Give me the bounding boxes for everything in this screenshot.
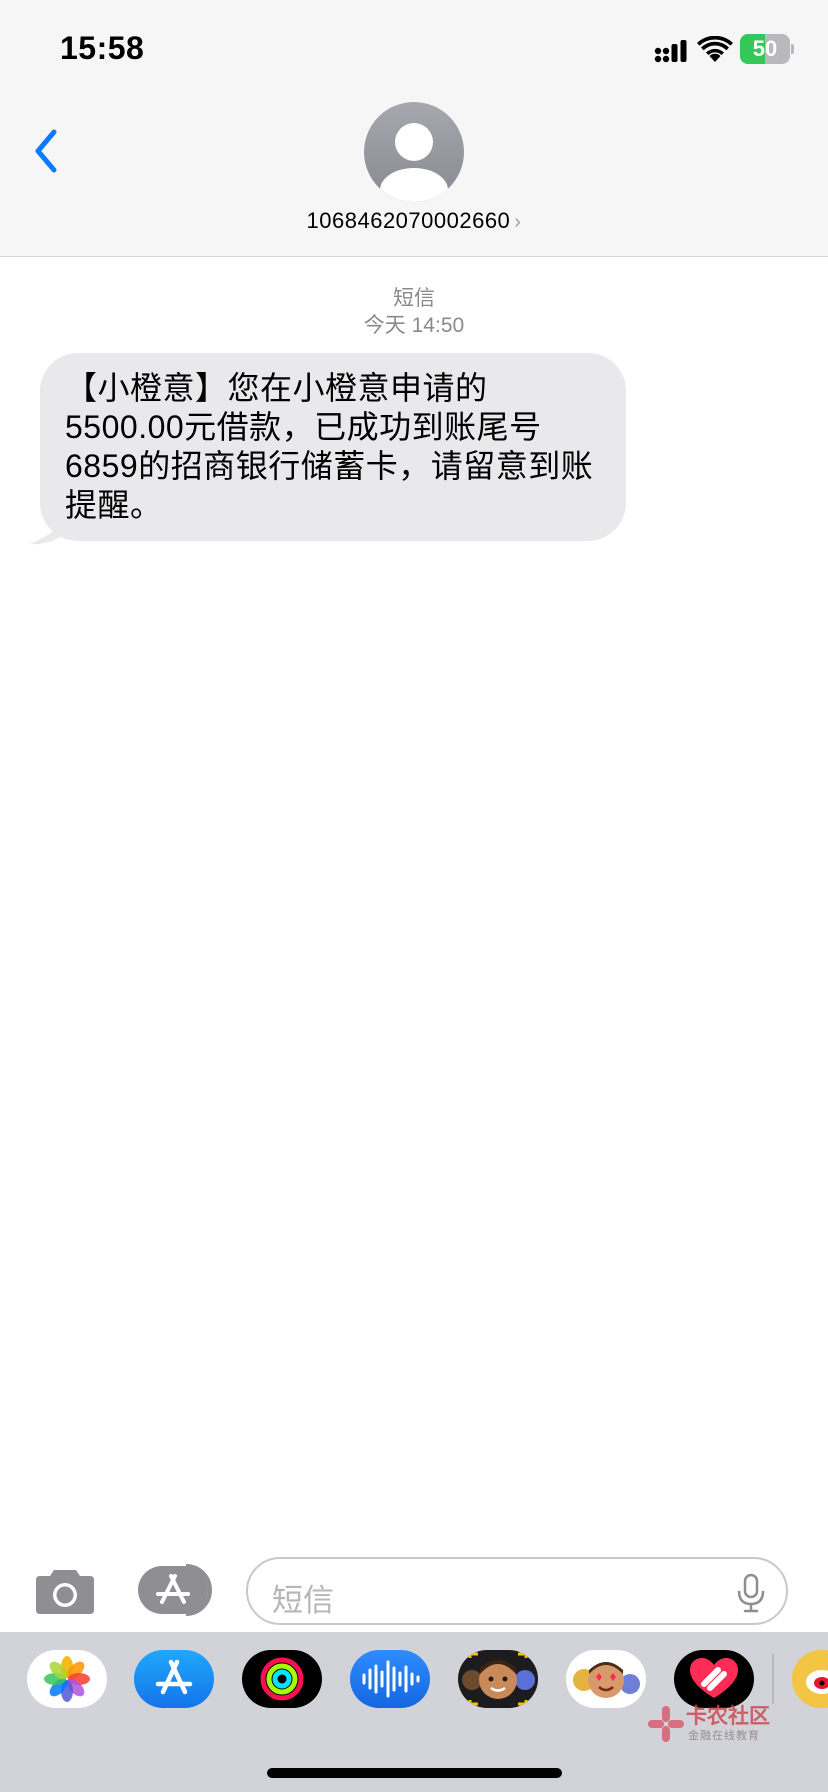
battery-level-text: 50 [752,36,778,61]
camera-icon[interactable] [34,1566,96,1616]
app-store-apps-icon[interactable] [138,1564,214,1616]
back-button[interactable] [28,126,64,176]
weibo-app-icon[interactable] [792,1650,828,1708]
service-label: 短信 [393,287,435,310]
chevron-right-icon: › [514,211,522,233]
watermark-subtitle: 金融在线教育 [688,1730,760,1742]
message-input[interactable]: 短信 [246,1557,788,1625]
battery-indicator: 50 [740,34,794,64]
contact-details-button[interactable]: 1068462070002660 › [0,208,828,234]
microphone-icon[interactable] [736,1573,766,1613]
cellular-signal-icon [654,40,687,63]
photos-app-icon[interactable] [27,1650,107,1708]
contact-avatar[interactable] [364,102,464,202]
watermark: 卡农社区 金融在线教育 [646,1700,776,1748]
message-timestamp: 今天 14:50 [363,314,465,337]
person-icon [380,123,448,202]
memoji-app-icon[interactable] [458,1650,538,1708]
audio-message-app-icon[interactable] [350,1650,430,1708]
status-time: 15:58 [60,30,145,66]
message-composer: 短信 [0,1548,828,1632]
watermark-logo [648,1706,684,1742]
activity-app-icon[interactable] [242,1650,322,1708]
watermark-title: 卡农社区 [686,1705,770,1728]
message-input-placeholder: 短信 [272,1583,334,1618]
conversation-header: 15:58 50 1068462070002660 › [0,0,828,257]
contact-number: 1068462070002660 [306,208,511,233]
home-indicator[interactable] [267,1768,562,1778]
app-store-app-icon[interactable] [134,1650,214,1708]
wifi-icon [697,36,733,62]
memoji-stickers-app-icon[interactable] [566,1650,646,1708]
incoming-message-bubble[interactable]: 【小橙意】您在小橙意申请的5500.00元借款，已成功到账尾号6859的招商银行… [40,353,626,541]
app-drawer-divider [772,1654,774,1704]
